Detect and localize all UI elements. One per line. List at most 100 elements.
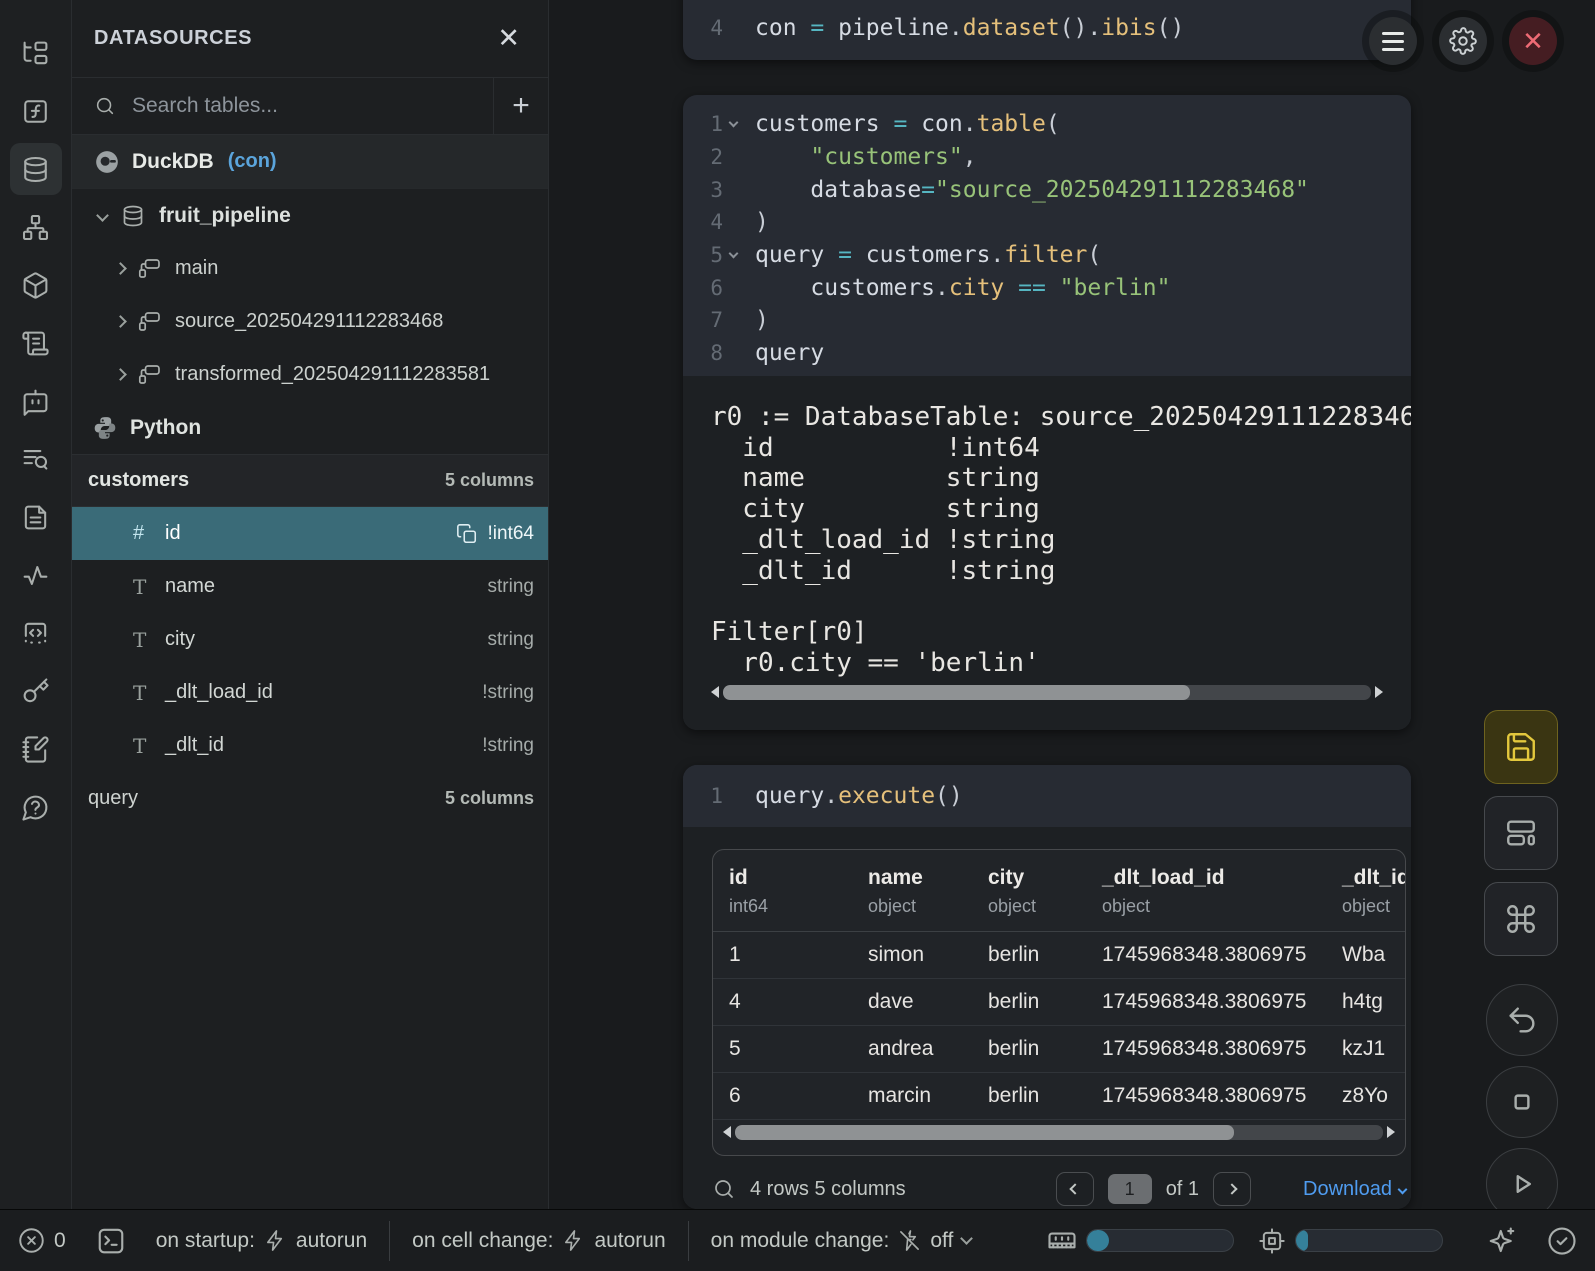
snippets-icon[interactable] bbox=[7, 314, 65, 372]
string-type-icon: T bbox=[133, 628, 159, 652]
code-line[interactable]: query = customers.filter( bbox=[755, 242, 1101, 268]
horizontal-scrollbar[interactable] bbox=[711, 684, 1383, 700]
chevron-right-icon[interactable] bbox=[114, 262, 127, 275]
string-type-icon: T bbox=[133, 681, 159, 705]
chevron-right-icon[interactable] bbox=[114, 315, 127, 328]
zap-icon bbox=[264, 1229, 287, 1252]
layout-button[interactable] bbox=[1484, 796, 1558, 870]
stop-button[interactable] bbox=[1486, 1066, 1558, 1138]
code-line[interactable]: database="source_202504291112283468" bbox=[755, 177, 1309, 203]
code-line[interactable]: customers = con.table( bbox=[755, 111, 1060, 137]
tree-item-database[interactable]: fruit_pipeline bbox=[72, 189, 548, 242]
settings-button[interactable] bbox=[1439, 17, 1487, 65]
play-icon bbox=[1505, 1167, 1539, 1201]
code-line[interactable]: customers.city == "berlin" bbox=[755, 275, 1170, 301]
code-cell-setup[interactable]: 4 con = pipeline.dataset().ibis() bbox=[683, 0, 1411, 60]
download-link[interactable]: Download bbox=[1303, 1178, 1406, 1201]
datasources-panel: DATASOURCES ✕ + DuckDB (con) fruit_pipel… bbox=[72, 0, 549, 1209]
next-page-button[interactable] bbox=[1213, 1172, 1251, 1206]
documentation-icon[interactable] bbox=[7, 488, 65, 546]
save-button[interactable] bbox=[1484, 710, 1558, 784]
datasources-icon[interactable] bbox=[10, 143, 62, 195]
logs-search-icon[interactable] bbox=[7, 430, 65, 488]
int-type-icon: # bbox=[133, 522, 159, 545]
query-table-row[interactable]: query 5 columns bbox=[72, 772, 548, 825]
code-cell-query[interactable]: 1customers = con.table( 2 "customers", 3… bbox=[683, 95, 1411, 730]
terminal-button[interactable] bbox=[96, 1226, 126, 1256]
table-row[interactable]: 6marcinberlin1745968348.3806975z8Yo bbox=[713, 1073, 1405, 1120]
column-row-dlt-load-id[interactable]: T _dlt_load_id !string bbox=[72, 666, 548, 719]
on-module-change-toggle[interactable]: on module change: off bbox=[711, 1229, 972, 1253]
code-line[interactable]: query.execute() bbox=[755, 783, 963, 809]
customers-table-header[interactable]: customers 5 columns bbox=[72, 454, 548, 507]
secrets-icon[interactable] bbox=[7, 662, 65, 720]
fold-chevron-icon[interactable] bbox=[723, 250, 743, 257]
cell-output: r0 := DatabaseTable: source_202504291112… bbox=[683, 376, 1411, 730]
prev-page-button[interactable] bbox=[1056, 1172, 1094, 1206]
variables-icon[interactable] bbox=[7, 82, 65, 140]
tree-item-schema-main[interactable]: main bbox=[72, 242, 548, 295]
column-row-city[interactable]: T city string bbox=[72, 613, 548, 666]
ram-icon bbox=[1047, 1226, 1077, 1256]
copy-icon[interactable] bbox=[456, 523, 478, 545]
menu-button[interactable] bbox=[1369, 17, 1417, 65]
chat-bot-icon[interactable] bbox=[7, 372, 65, 430]
result-table: idint64 nameobject cityobject _dlt_load_… bbox=[712, 849, 1406, 1156]
tree-item-schema-source[interactable]: source_202504291112283468 bbox=[72, 295, 548, 348]
column-row-name[interactable]: T name string bbox=[72, 560, 548, 613]
search-icon[interactable] bbox=[712, 1177, 736, 1201]
scrollbar-thumb[interactable] bbox=[735, 1125, 1234, 1140]
fold-chevron-icon[interactable] bbox=[723, 119, 743, 126]
scroll-right-icon[interactable] bbox=[1387, 1126, 1395, 1138]
close-panel-icon[interactable]: ✕ bbox=[497, 25, 520, 52]
notebook-actions: ✕ bbox=[1369, 17, 1557, 65]
chevron-right-icon[interactable] bbox=[114, 368, 127, 381]
error-counter[interactable]: 0 bbox=[18, 1227, 66, 1254]
column-row-dlt-id[interactable]: T _dlt_id !string bbox=[72, 719, 548, 772]
on-cell-change-toggle[interactable]: on cell change: autorun bbox=[412, 1229, 666, 1253]
cpu-icon bbox=[1258, 1227, 1286, 1255]
table-row[interactable]: 5andreaberlin1745968348.3806975kzJ1 bbox=[713, 1026, 1405, 1073]
scroll-left-icon[interactable] bbox=[723, 1126, 731, 1138]
ai-assistant-button[interactable] bbox=[1487, 1226, 1517, 1256]
circle-x-icon bbox=[18, 1227, 45, 1254]
undo-button[interactable] bbox=[1486, 984, 1558, 1056]
search-tables-input[interactable] bbox=[132, 94, 432, 118]
help-icon[interactable] bbox=[7, 778, 65, 836]
error-count: 0 bbox=[54, 1229, 66, 1253]
on-startup-toggle[interactable]: on startup: autorun bbox=[156, 1229, 367, 1253]
scroll-right-icon[interactable] bbox=[1375, 686, 1383, 698]
scrollbar-thumb[interactable] bbox=[723, 685, 1190, 700]
tracing-icon[interactable] bbox=[7, 546, 65, 604]
page-number-box[interactable]: 1 bbox=[1108, 1174, 1152, 1204]
file-tree-icon[interactable] bbox=[7, 24, 65, 82]
code-line[interactable]: "customers", bbox=[755, 144, 977, 170]
chevron-down-icon[interactable] bbox=[96, 209, 109, 222]
tree-item-schema-transformed[interactable]: transformed_202504291112283581 bbox=[72, 348, 548, 401]
code-cell-icon[interactable] bbox=[7, 604, 65, 662]
keyboard-shortcuts-button[interactable] bbox=[1484, 882, 1558, 956]
python-section-row[interactable]: Python bbox=[72, 401, 548, 454]
shutdown-button[interactable]: ✕ bbox=[1509, 17, 1557, 65]
layout-icon bbox=[1504, 816, 1538, 850]
duckdb-connection-row[interactable]: DuckDB (con) bbox=[72, 135, 548, 189]
scroll-left-icon[interactable] bbox=[711, 686, 719, 698]
duckdb-logo-icon bbox=[94, 149, 120, 175]
table-row[interactable]: 4daveberlin1745968348.3806975h4tg bbox=[713, 979, 1405, 1026]
code-line[interactable]: ) bbox=[755, 307, 769, 333]
add-datasource-button[interactable]: + bbox=[493, 78, 548, 134]
code-cell-execute[interactable]: 1 query.execute() idint64 nameobject cit… bbox=[683, 765, 1411, 1209]
packages-icon[interactable] bbox=[7, 256, 65, 314]
table-row[interactable]: 1simonberlin1745968348.3806975Wba bbox=[713, 932, 1405, 979]
code-line[interactable]: query bbox=[755, 340, 824, 366]
code-line[interactable]: ) bbox=[755, 209, 769, 235]
activity-bar bbox=[0, 0, 72, 1209]
connection-status-button[interactable] bbox=[1547, 1226, 1577, 1256]
schema-icon bbox=[138, 363, 162, 387]
horizontal-scrollbar[interactable] bbox=[723, 1124, 1395, 1140]
code-line[interactable]: con = pipeline.dataset().ibis() bbox=[755, 15, 1184, 41]
search-icon bbox=[94, 95, 116, 117]
scratchpad-icon[interactable] bbox=[7, 720, 65, 778]
dependencies-icon[interactable] bbox=[7, 198, 65, 256]
column-row-id[interactable]: # id !int64 bbox=[72, 507, 548, 560]
